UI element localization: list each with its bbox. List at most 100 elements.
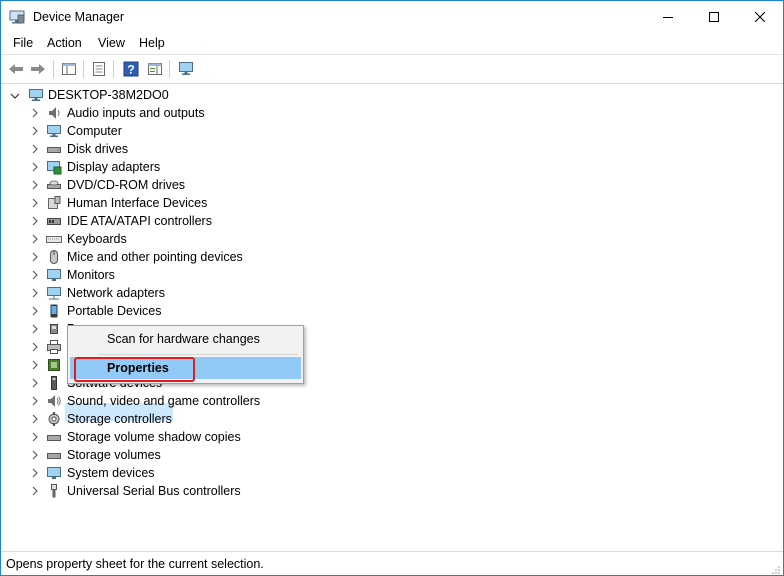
tree-item-label: Display adapters [67,160,161,174]
software-device-icon [46,375,62,391]
chevron-right-icon[interactable] [30,252,40,262]
tree-item-label: Universal Serial Bus controllers [67,484,241,498]
device-manager-window: Device Manager File Action View Help ? D… [0,0,784,576]
tree-item-network[interactable]: Network adapters [1,284,421,302]
maximize-button[interactable] [691,1,737,33]
chevron-right-icon[interactable] [30,378,40,388]
processor-icon [46,357,62,373]
tree-item-display-adapters[interactable]: Display adapters [1,158,421,176]
chevron-right-icon[interactable] [30,180,40,190]
tree-item-portable[interactable]: Portable Devices [1,302,421,320]
back-icon [9,64,23,74]
chevron-right-icon[interactable] [30,144,40,154]
tree-item-label: Sound, video and game controllers [67,394,261,408]
tree-item-usb[interactable]: Universal Serial Bus controllers [1,482,421,500]
dvd-drive-icon [46,177,62,193]
minimize-button[interactable] [645,1,691,33]
action-pane-icon [148,63,162,75]
chevron-right-icon[interactable] [30,126,40,136]
printer-icon [46,339,62,355]
status-text: Opens property sheet for the current sel… [6,557,264,571]
menu-bar: File Action View Help [1,33,783,54]
chevron-right-icon[interactable] [30,360,40,370]
tree-item-hid[interactable]: Human Interface Devices [1,194,421,212]
menu-view[interactable]: View [98,36,125,50]
tree-item-label: Keyboards [67,232,127,246]
toolbar-separator [113,60,114,78]
tree-item-sound[interactable]: Sound, video and game controllers [1,392,421,410]
display-adapter-icon [46,159,62,175]
tree-item-ide[interactable]: IDE ATA/ATAPI controllers [1,212,421,230]
forward-icon [31,64,45,74]
chevron-right-icon[interactable] [30,432,40,442]
chevron-right-icon[interactable] [30,198,40,208]
tree-item-label: Disk drives [67,142,129,156]
scan-monitor-button[interactable] [176,59,196,79]
menu-action[interactable]: Action [47,36,82,50]
tree-item-label: Network adapters [67,286,165,300]
chevron-down-icon[interactable] [10,91,20,101]
tree-item-label: IDE ATA/ATAPI controllers [67,214,212,228]
tree-item-label: Storage volumes [67,448,161,462]
tree-item-audio[interactable]: Audio inputs and outputs [1,104,421,122]
help-button[interactable]: ? [121,59,141,79]
tree-root[interactable]: DESKTOP-38M2DO0 [1,86,301,104]
sound-icon [46,393,62,409]
tree-item-computer[interactable]: Computer [1,122,421,140]
tree-item-label: Storage volume shadow copies [67,430,241,444]
chevron-right-icon[interactable] [30,414,40,424]
monitor-icon [179,62,193,75]
shadow-copy-icon [46,429,62,445]
chevron-right-icon[interactable] [30,306,40,316]
tree-item-shadow-copies[interactable]: Storage volume shadow copies [1,428,421,446]
toolbar: ? [1,54,783,84]
show-hide-console-tree-button[interactable] [59,59,79,79]
forward-button[interactable] [28,59,48,79]
device-tree: DESKTOP-38M2DO0 Audio inputs and outputs… [1,83,783,549]
action-pane-button[interactable] [145,59,165,79]
device-manager-app-icon [9,10,25,24]
tree-item-label: Storage controllers [67,412,172,426]
minimize-icon [663,17,673,18]
resize-grip-icon[interactable] [771,564,781,574]
title-bar[interactable]: Device Manager [1,1,783,33]
computer-icon [46,123,62,139]
chevron-right-icon[interactable] [30,162,40,172]
tree-item-mice[interactable]: Mice and other pointing devices [1,248,421,266]
chevron-right-icon[interactable] [30,288,40,298]
mouse-icon [46,249,62,265]
chevron-right-icon[interactable] [30,342,40,352]
usb-icon [46,483,62,499]
context-menu-scan-for-hardware-changes[interactable]: Scan for hardware changes [70,328,301,350]
tree-item-monitors[interactable]: Monitors [1,266,421,284]
properties-sheet-button[interactable] [89,59,109,79]
tree-item-label: System devices [67,466,155,480]
chevron-right-icon[interactable] [30,450,40,460]
tree-item-dvd[interactable]: DVD/CD-ROM drives [1,176,421,194]
chevron-right-icon[interactable] [30,396,40,406]
menu-file[interactable]: File [13,36,33,50]
show-hide-console-tree-icon [62,63,76,75]
back-button[interactable] [6,59,26,79]
close-icon [755,12,765,22]
chevron-right-icon[interactable] [30,216,40,226]
tree-item-label: Monitors [67,268,115,282]
tree-item-label: DVD/CD-ROM drives [67,178,186,192]
tree-item-storage-controllers[interactable]: Storage controllers [1,410,421,428]
network-adapter-icon [46,285,62,301]
chevron-right-icon[interactable] [30,324,40,334]
tree-item-storage-volumes[interactable]: Storage volumes [1,446,421,464]
tree-item-system-devices[interactable]: System devices [1,464,421,482]
status-bar: Opens property sheet for the current sel… [1,551,783,575]
chevron-right-icon[interactable] [30,270,40,280]
disk-drive-icon [46,141,62,157]
menu-help[interactable]: Help [139,36,165,50]
storage-controller-icon [46,411,62,427]
chevron-right-icon[interactable] [30,108,40,118]
tree-item-disk-drives[interactable]: Disk drives [1,140,421,158]
chevron-right-icon[interactable] [30,486,40,496]
chevron-right-icon[interactable] [30,468,40,478]
tree-item-keyboards[interactable]: Keyboards [1,230,421,248]
close-button[interactable] [737,1,783,33]
chevron-right-icon[interactable] [30,234,40,244]
